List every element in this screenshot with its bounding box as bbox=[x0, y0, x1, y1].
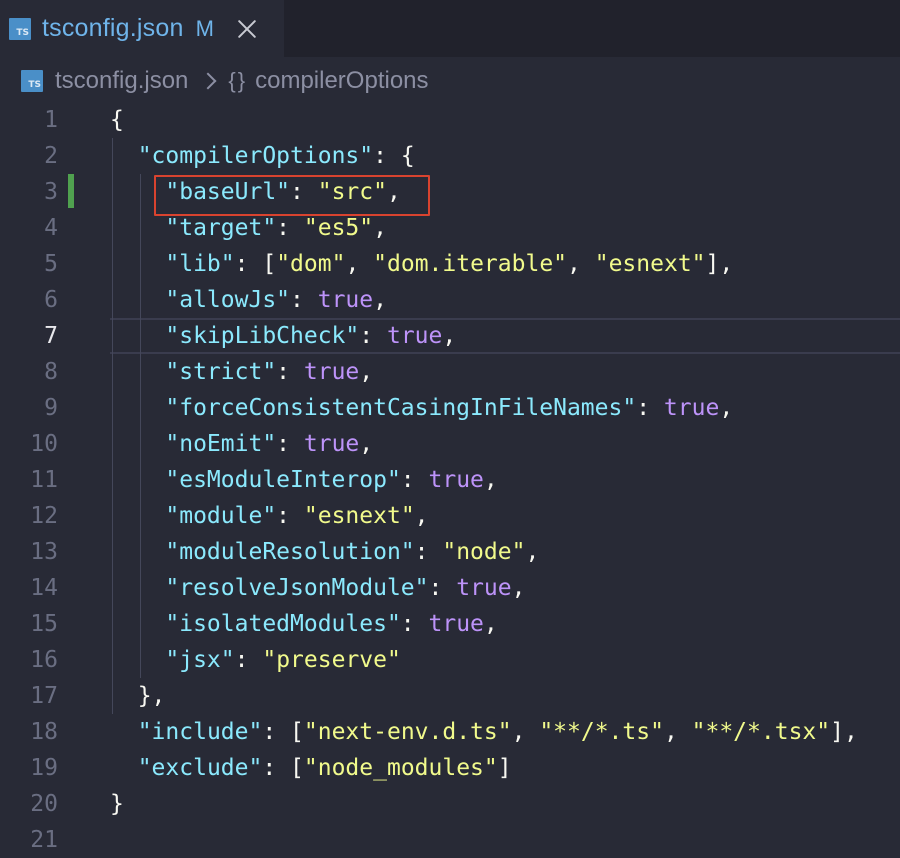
code-text: "resolveJsonModule": true, bbox=[165, 575, 526, 601]
code-line[interactable]: 5 "lib": ["dom", "dom.iterable", "esnext… bbox=[0, 246, 900, 282]
code-line[interactable]: 15 "isolatedModules": true, bbox=[0, 606, 900, 642]
line-number: 12 bbox=[30, 503, 58, 529]
indent-guide bbox=[112, 138, 113, 714]
line-number: 13 bbox=[30, 539, 58, 565]
code-line[interactable]: 3 "baseUrl": "src", bbox=[0, 174, 900, 210]
ts-file-icon: TS bbox=[9, 17, 31, 40]
code-line[interactable]: 18 "include": ["next-env.d.ts", "**/*.ts… bbox=[0, 714, 900, 750]
indent-guide bbox=[140, 174, 141, 678]
code-line[interactable]: 9 "forceConsistentCasingInFileNames": tr… bbox=[0, 390, 900, 426]
code-text: "jsx": "preserve" bbox=[165, 647, 401, 673]
code-line[interactable]: 11 "esModuleInterop": true, bbox=[0, 462, 900, 498]
code-line[interactable]: 14 "resolveJsonModule": true, bbox=[0, 570, 900, 606]
line-number: 3 bbox=[44, 179, 58, 205]
code-line[interactable]: 20} bbox=[0, 786, 900, 822]
modified-indicator: M bbox=[195, 15, 214, 41]
breadcrumb-symbol-label: compilerOptions bbox=[255, 67, 429, 94]
code-line[interactable]: 17 }, bbox=[0, 678, 900, 714]
code-line[interactable]: 21 bbox=[0, 822, 900, 858]
tab-bar: TS tsconfig.json M bbox=[0, 0, 900, 57]
code-text: "include": ["next-env.d.ts", "**/*.ts", … bbox=[137, 719, 858, 745]
highlight-annotation-box bbox=[154, 175, 430, 216]
breadcrumb: TS tsconfig.json {} compilerOptions bbox=[0, 57, 900, 105]
code-text: "exclude": ["node_modules"] bbox=[137, 755, 512, 781]
line-number: 10 bbox=[30, 431, 58, 457]
breadcrumb-symbol[interactable]: {} compilerOptions bbox=[228, 67, 428, 95]
line-number: 1 bbox=[44, 107, 58, 133]
tab-tsconfig[interactable]: TS tsconfig.json M bbox=[0, 0, 284, 57]
object-icon: {} bbox=[228, 68, 248, 93]
modified-line-marker bbox=[68, 174, 74, 208]
code-text: "isolatedModules": true, bbox=[165, 611, 498, 637]
code-text: "noEmit": true, bbox=[165, 431, 374, 457]
code-text: "esModuleInterop": true, bbox=[165, 467, 498, 493]
line-number: 8 bbox=[44, 359, 58, 385]
line-number: 2 bbox=[44, 143, 58, 169]
line-number: 18 bbox=[30, 719, 58, 745]
line-number: 7 bbox=[44, 323, 58, 349]
code-text: "skipLibCheck": true, bbox=[165, 323, 457, 349]
code-text: "strict": true, bbox=[165, 359, 374, 385]
line-number: 17 bbox=[30, 683, 58, 709]
code-text: "allowJs": true, bbox=[165, 287, 387, 313]
line-number: 15 bbox=[30, 611, 58, 637]
code-line[interactable]: 19 "exclude": ["node_modules"] bbox=[0, 750, 900, 786]
code-text: "compilerOptions": { bbox=[137, 143, 415, 169]
code-line[interactable]: 10 "noEmit": true, bbox=[0, 426, 900, 462]
code-text: "lib": ["dom", "dom.iterable", "esnext"]… bbox=[165, 251, 734, 277]
line-number: 9 bbox=[44, 395, 58, 421]
code-text: } bbox=[110, 791, 124, 817]
code-line[interactable]: 4 "target": "es5", bbox=[0, 210, 900, 246]
code-line[interactable]: 1{ bbox=[0, 102, 900, 138]
line-number: 11 bbox=[30, 467, 58, 493]
code-line[interactable]: 12 "module": "esnext", bbox=[0, 498, 900, 534]
line-number: 20 bbox=[30, 791, 58, 817]
ts-file-icon: TS bbox=[21, 70, 43, 92]
code-text: }, bbox=[110, 683, 166, 709]
code-text: { bbox=[110, 107, 124, 133]
code-text: "forceConsistentCasingInFileNames": true… bbox=[165, 395, 734, 421]
code-text: "moduleResolution": "node", bbox=[165, 539, 540, 565]
line-number: 16 bbox=[30, 647, 58, 673]
line-number: 5 bbox=[44, 251, 58, 277]
line-number: 6 bbox=[44, 287, 58, 313]
code-editor[interactable]: 21 20} 19 "exclude": ["node_modules"] 18 "i… bbox=[0, 102, 900, 853]
code-line[interactable]: 7 "skipLibCheck": true, bbox=[0, 318, 900, 354]
chevron-right-icon bbox=[199, 72, 217, 90]
tab-label: tsconfig.json bbox=[42, 14, 184, 42]
code-line[interactable]: 2 "compilerOptions": { bbox=[0, 138, 900, 174]
close-icon[interactable] bbox=[236, 18, 258, 40]
line-number: 4 bbox=[44, 215, 58, 241]
code-line[interactable]: 8 "strict": true, bbox=[0, 354, 900, 390]
code-line[interactable]: 16 "jsx": "preserve" bbox=[0, 642, 900, 678]
code-line[interactable]: 6 "allowJs": true, bbox=[0, 282, 900, 318]
breadcrumb-file[interactable]: tsconfig.json bbox=[55, 67, 188, 95]
line-number: 14 bbox=[30, 575, 58, 601]
line-number: 19 bbox=[30, 755, 58, 781]
code-line[interactable]: 13 "moduleResolution": "node", bbox=[0, 534, 900, 570]
code-text: "module": "esnext", bbox=[165, 503, 429, 529]
line-number: 21 bbox=[30, 827, 58, 853]
